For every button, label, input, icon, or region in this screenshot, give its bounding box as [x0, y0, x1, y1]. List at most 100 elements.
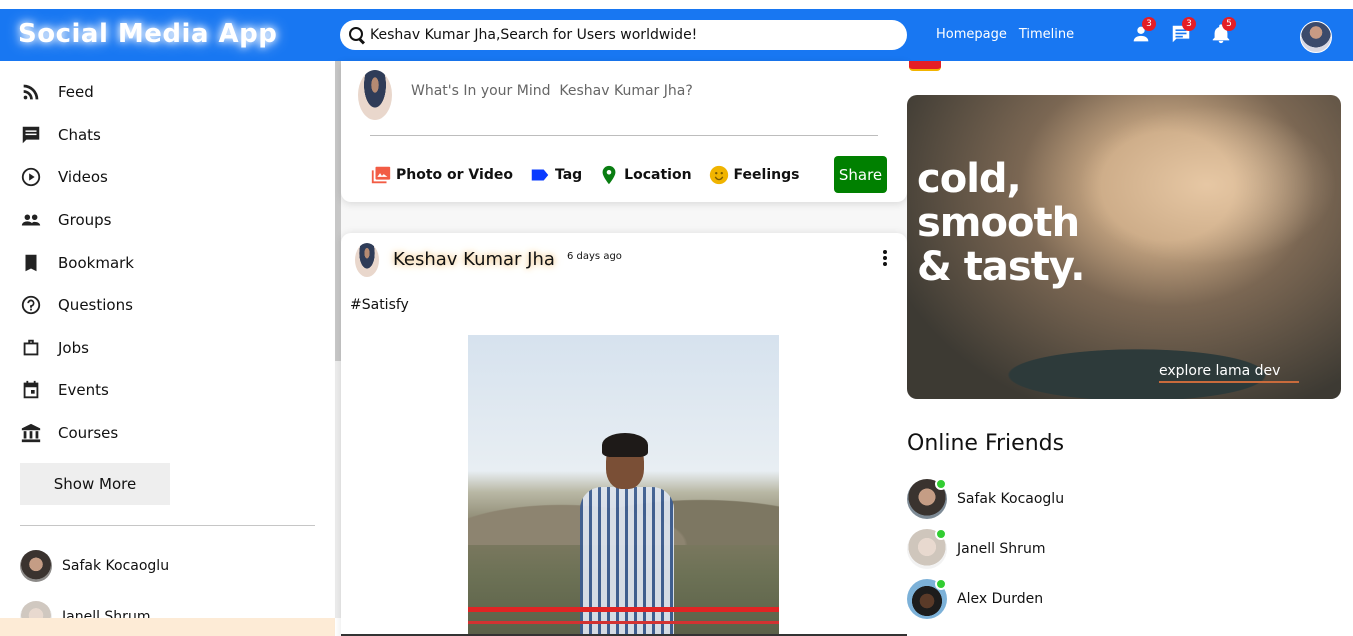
sidebar-divider [20, 525, 315, 526]
sidebar-item-questions[interactable]: Questions [20, 284, 134, 327]
smiley-icon [709, 165, 728, 185]
sidebar-item-bookmark[interactable]: Bookmark [20, 241, 134, 284]
sidebar-bottom-strip [0, 618, 335, 636]
location-option[interactable]: Location [598, 164, 692, 186]
photo-video-label: Photo or Video [396, 167, 513, 183]
messages-button[interactable]: 3 [1170, 17, 1196, 47]
search-bar[interactable] [340, 20, 907, 50]
online-indicator [935, 578, 947, 590]
sidebar-item-jobs[interactable]: Jobs [20, 327, 134, 370]
notifications-badge: 5 [1222, 17, 1236, 31]
avatar [907, 478, 947, 519]
online-friends-list: Safak Kocaoglu Janell Shrum Alex Durden [907, 474, 1064, 624]
sidebar-friend-name: Safak Kocaoglu [62, 558, 170, 574]
bookmark-icon [20, 252, 42, 274]
timeline-link[interactable]: Timeline [1019, 27, 1074, 42]
sidebar-list: Feed Chats Videos Groups Bookmark Questi… [20, 71, 134, 454]
share-options: Photo or Video Tag Location Feelings [370, 164, 799, 186]
sidebar-item-label: Groups [58, 211, 112, 230]
top-links: Homepage Timeline [936, 27, 1074, 42]
help-icon [20, 294, 42, 316]
tag-label: Tag [554, 167, 583, 183]
app-logo[interactable]: Social Media App [18, 19, 277, 49]
ad-subtitle: explore lama dev [1159, 363, 1281, 379]
sidebar-item-groups[interactable]: Groups [20, 199, 134, 242]
location-label: Location [624, 167, 692, 183]
label-icon [531, 169, 549, 181]
online-friend-name: Alex Durden [957, 591, 1044, 607]
school-icon [20, 422, 42, 444]
avatar [907, 578, 947, 619]
post-username[interactable]: Keshav Kumar Jha [393, 249, 555, 270]
ad-headline-line: cold, [917, 156, 1022, 202]
ad-underline [1159, 381, 1299, 383]
top-navbar: Social Media App Homepage Timeline 3 3 5 [0, 9, 1353, 61]
avatar[interactable] [355, 243, 379, 277]
search-icon [348, 26, 366, 44]
avatar [907, 528, 947, 569]
briefcase-icon [20, 337, 42, 359]
online-indicator [935, 478, 947, 490]
sidebar-item-label: Jobs [58, 338, 89, 357]
post-text: #Satisfy [350, 297, 409, 313]
post-image[interactable] [468, 335, 779, 636]
advertisement-banner[interactable]: cold, smooth & tasty. explore lama dev [907, 95, 1341, 399]
rightbar: cold, smooth & tasty. explore lama dev O… [907, 61, 1353, 636]
online-friends-title: Online Friends [907, 431, 1065, 456]
sidebar-friend[interactable]: Safak Kocaoglu [20, 550, 169, 582]
online-friend-item[interactable]: Safak Kocaoglu [907, 474, 1064, 524]
feed: Photo or Video Tag Location Feelings Sha… [341, 61, 907, 636]
sidebar: Feed Chats Videos Groups Bookmark Questi… [0, 61, 335, 636]
avatar [20, 550, 52, 582]
online-friend-name: Safak Kocaoglu [957, 491, 1065, 507]
sidebar-item-label: Questions [58, 296, 133, 315]
avatar[interactable] [358, 70, 392, 120]
photo-video-option[interactable]: Photo or Video [370, 164, 513, 186]
sidebar-item-courses[interactable]: Courses [20, 412, 134, 455]
post-card: Keshav Kumar Jha 6 days ago #Satisfy [341, 233, 907, 636]
tag-option[interactable]: Tag [529, 164, 582, 186]
status-input[interactable] [411, 83, 871, 99]
group-icon [20, 209, 42, 231]
post-timestamp: 6 days ago [567, 251, 622, 262]
rss-feed-icon [20, 81, 42, 103]
sidebar-item-events[interactable]: Events [20, 369, 134, 412]
sidebar-item-videos[interactable]: Videos [20, 156, 134, 199]
top-icons: 3 3 5 [1130, 17, 1236, 47]
sidebar-item-label: Events [58, 381, 109, 400]
feelings-option[interactable]: Feelings [708, 164, 800, 186]
play-circle-icon [20, 166, 42, 188]
share-box: Photo or Video Tag Location Feelings Sha… [341, 61, 907, 202]
share-divider [370, 135, 878, 136]
sidebar-item-feed[interactable]: Feed [20, 71, 134, 114]
show-more-button[interactable]: Show More [20, 463, 170, 505]
online-friend-name: Janell Shrum [957, 541, 1046, 557]
calendar-icon [20, 379, 42, 401]
ad-headline-line: smooth [917, 200, 1080, 246]
online-indicator [935, 528, 947, 540]
notifications-button[interactable]: 5 [1210, 17, 1236, 47]
sidebar-item-label: Feed [58, 83, 94, 102]
gift-icon [909, 61, 941, 71]
more-vert-icon[interactable] [881, 249, 889, 269]
online-friend-item[interactable]: Janell Shrum [907, 524, 1064, 574]
feelings-label: Feelings [733, 167, 800, 183]
share-button[interactable]: Share [834, 156, 887, 193]
search-input[interactable] [370, 27, 890, 43]
sidebar-item-label: Videos [58, 168, 108, 187]
homepage-link[interactable]: Homepage [936, 27, 1007, 42]
online-friend-item[interactable]: Alex Durden [907, 574, 1064, 624]
sidebar-item-label: Courses [58, 424, 119, 443]
ad-headline-line: & tasty. [917, 244, 1085, 290]
sidebar-item-chats[interactable]: Chats [20, 114, 134, 157]
location-pin-icon [602, 165, 616, 185]
profile-avatar[interactable] [1300, 21, 1332, 53]
chat-icon [20, 124, 42, 146]
sidebar-item-label: Bookmark [58, 253, 134, 272]
friend-requests-badge: 3 [1142, 17, 1156, 31]
sidebar-item-label: Chats [58, 125, 101, 144]
messages-badge: 3 [1182, 17, 1196, 31]
ad-headline: cold, smooth & tasty. [917, 156, 1085, 290]
friend-requests-button[interactable]: 3 [1130, 17, 1156, 47]
photo-library-icon [371, 166, 391, 184]
